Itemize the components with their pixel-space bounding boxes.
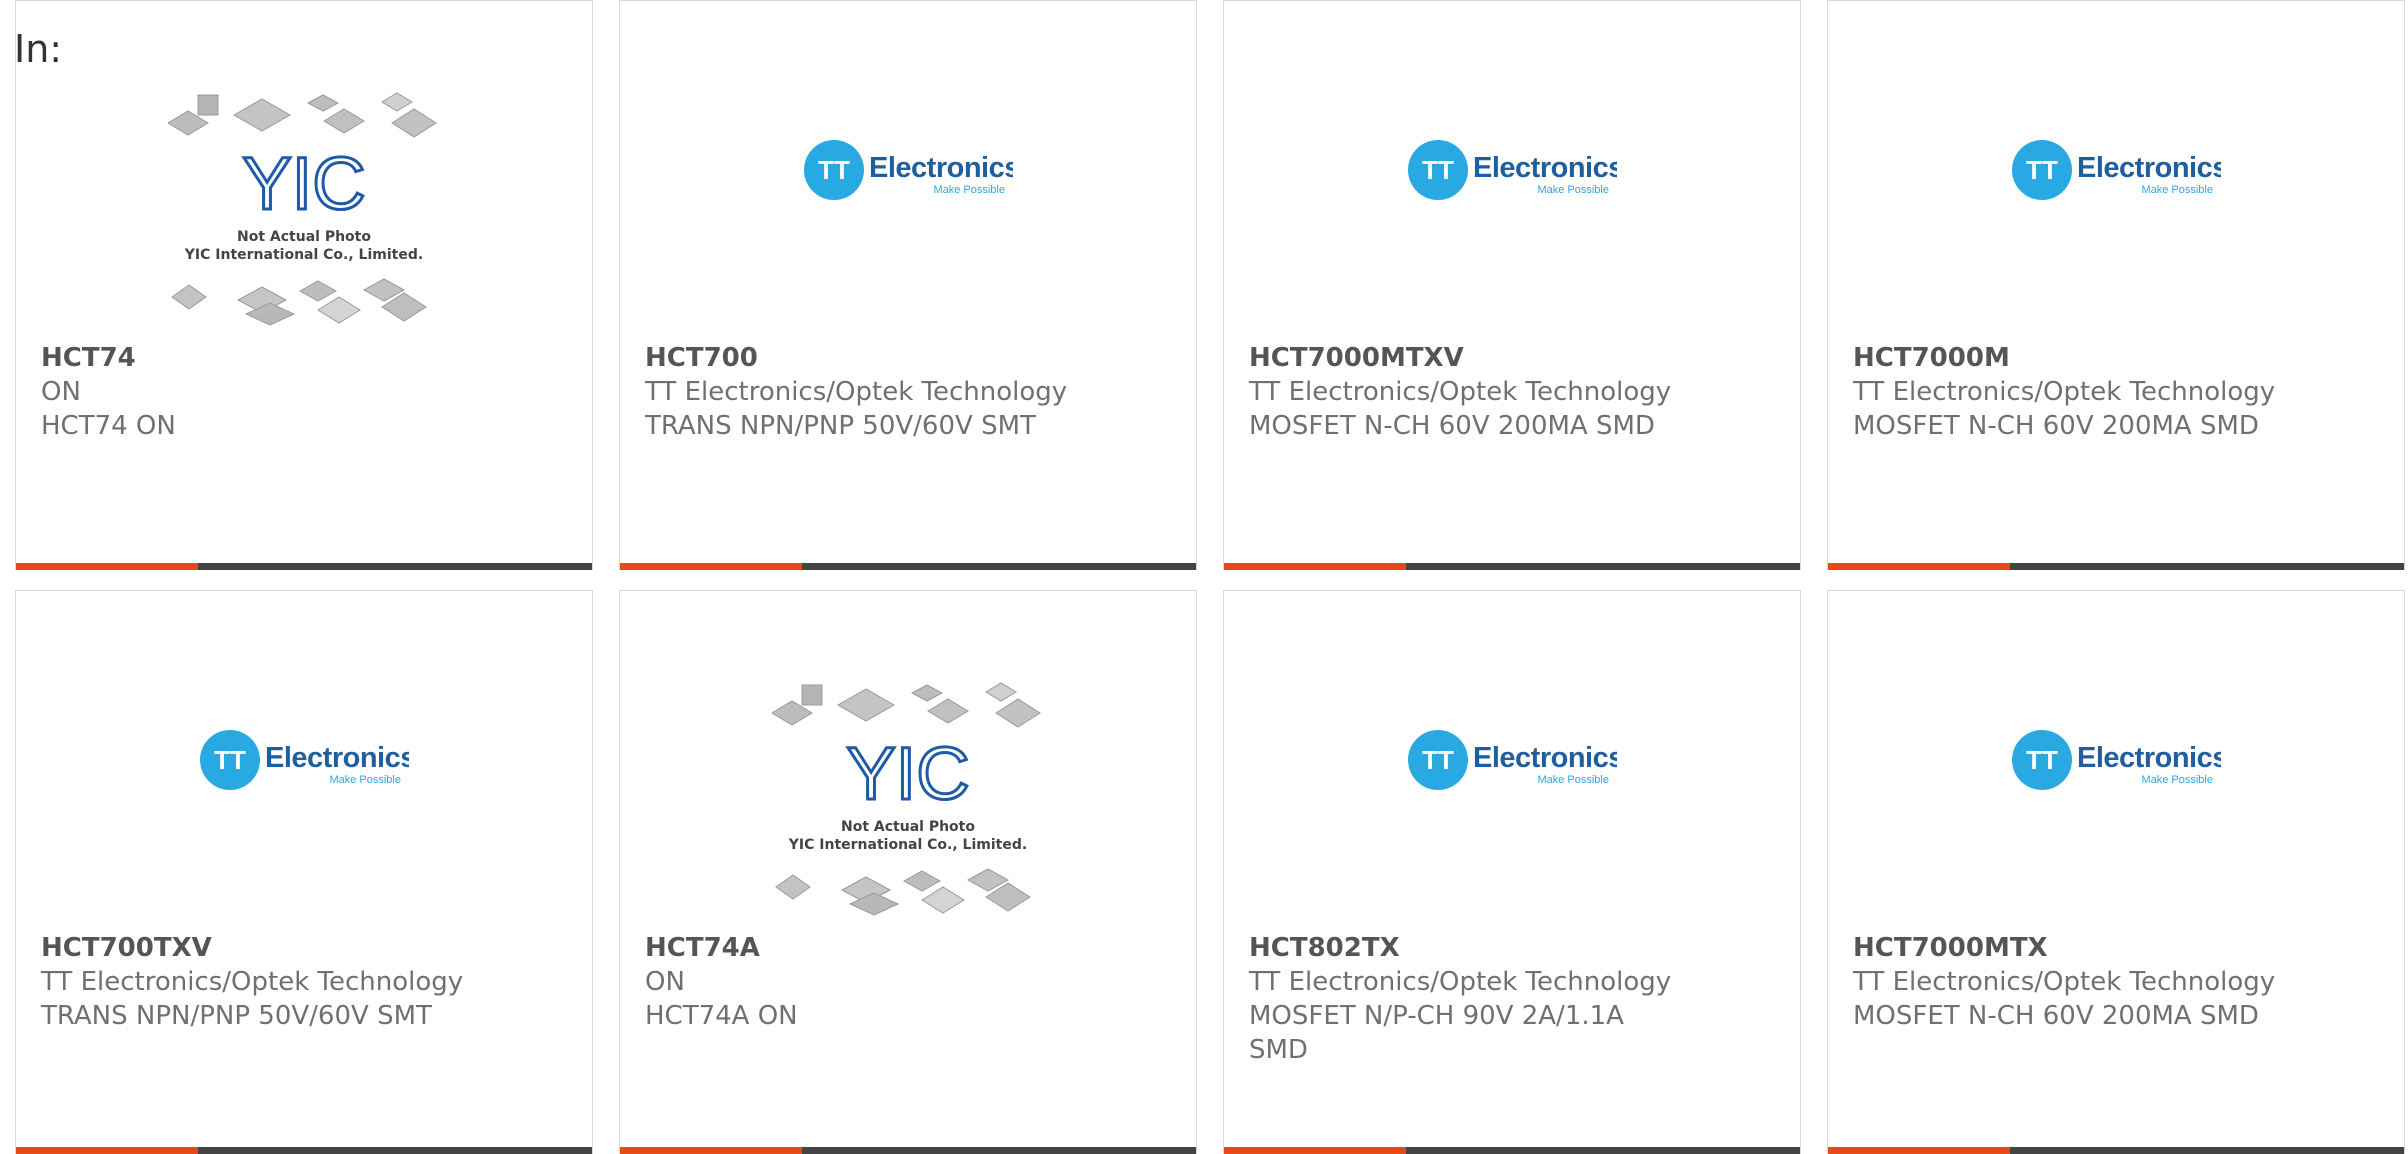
product-thumbnail[interactable]: TT Electronics Make Possible — [1224, 591, 1800, 921]
product-info: HCT700 TT Electronics/Optek Technology TRA… — [645, 341, 1171, 443]
card-bottom-bar — [1828, 1147, 2404, 1154]
description: TRANS NPN/PNP 50V/60V SMT — [41, 1001, 432, 1031]
svg-text:TT: TT — [818, 155, 850, 185]
svg-text:YIC International Co., Limited: YIC International Co., Limited. — [184, 247, 423, 263]
card-accent-bar — [1828, 563, 2010, 570]
description: MOSFET N-CH 60V 200MA SMD — [1249, 411, 1655, 441]
card-bottom-bar — [1828, 563, 2404, 570]
product-card-hct700[interactable]: TT Electronics Make Possible HCT700 TT Elect… — [619, 0, 1197, 570]
manufacturer: ON — [645, 967, 685, 997]
card-bottom-bar — [1224, 563, 1800, 570]
svg-text:YIC: YIC — [242, 142, 365, 225]
svg-text:Make Possible: Make Possible — [1537, 184, 1609, 196]
card-accent-bar — [1224, 1147, 1406, 1154]
yic-placeholder-image: YIC Not Actual Photo YIC International Co.… — [167, 89, 440, 334]
product-card-hct74a[interactable]: YIC Not Actual Photo YIC International Co.… — [619, 590, 1197, 1154]
product-grid: YIC Not Actual Photo YIC International Co.… — [0, 0, 2408, 1154]
svg-text:Electronics: Electronics — [265, 742, 409, 774]
description: HCT74 ON — [41, 411, 176, 441]
svg-text:TT: TT — [1422, 155, 1454, 185]
product-thumbnail[interactable]: YIC Not Actual Photo YIC International Co.… — [16, 1, 592, 331]
product-info: HCT802TX TT Electronics/Optek Technology M… — [1249, 931, 1775, 1067]
svg-text:Electronics: Electronics — [2077, 742, 2221, 774]
product-thumbnail[interactable]: TT Electronics Make Possible — [620, 1, 1196, 331]
card-accent-bar — [620, 563, 802, 570]
product-info: HCT700TXV TT Electronics/Optek Technology… — [41, 931, 567, 1033]
svg-text:TT: TT — [2026, 745, 2058, 775]
card-accent-bar — [1224, 563, 1406, 570]
yic-placeholder-image: YIC Not Actual Photo YIC International Co.… — [771, 679, 1044, 924]
product-card-hct802tx[interactable]: TT Electronics Make Possible HCT802TX TT Ele… — [1223, 590, 1801, 1154]
product-thumbnail[interactable]: TT Electronics Make Possible — [1224, 1, 1800, 331]
svg-text:YIC International Co., Limited: YIC International Co., Limited. — [788, 837, 1027, 853]
card-accent-bar — [1828, 1147, 2010, 1154]
manufacturer: TT Electronics/Optek Technology — [1249, 377, 1672, 407]
description: TRANS NPN/PNP 50V/60V SMT — [645, 411, 1036, 441]
manufacturer: TT Electronics/Optek Technology — [1853, 967, 2276, 997]
product-card-hct74[interactable]: YIC Not Actual Photo YIC International Co.… — [15, 0, 593, 570]
svg-text:TT: TT — [1422, 745, 1454, 775]
tt-electronics-logo: TT Electronics Make Possible — [2011, 729, 2228, 791]
svg-text:Electronics: Electronics — [2077, 152, 2221, 184]
card-bottom-bar — [620, 563, 1196, 570]
product-thumbnail[interactable]: TT Electronics Make Possible — [1828, 1, 2404, 331]
page-heading: In: — [14, 27, 63, 71]
svg-text:TT: TT — [2026, 155, 2058, 185]
card-bottom-bar — [16, 1147, 592, 1154]
card-bottom-bar — [620, 1147, 1196, 1154]
product-thumbnail[interactable]: YIC Not Actual Photo YIC International Co.… — [620, 591, 1196, 921]
card-accent-bar — [16, 1147, 198, 1154]
part-number[interactable]: HCT74A — [645, 931, 1171, 965]
manufacturer: TT Electronics/Optek Technology — [1853, 377, 2276, 407]
manufacturer: TT Electronics/Optek Technology — [1249, 967, 1672, 997]
description: MOSFET N-CH 60V 200MA SMD — [1853, 411, 2259, 441]
tt-electronics-logo: TT Electronics Make Possible — [199, 729, 416, 791]
tt-electronics-logo: TT Electronics Make Possible — [2011, 139, 2228, 201]
svg-text:Make Possible: Make Possible — [329, 774, 401, 786]
description: HCT74A ON — [645, 1001, 798, 1031]
product-info: HCT74 ON HCT74 ON — [41, 341, 567, 443]
description: MOSFET N/P-CH 90V 2A/1.1A SMD — [1249, 1001, 1624, 1065]
svg-text:Make Possible: Make Possible — [933, 184, 1005, 196]
manufacturer: TT Electronics/Optek Technology — [645, 377, 1068, 407]
svg-text:TT: TT — [214, 745, 246, 775]
svg-text:Make Possible: Make Possible — [1537, 774, 1609, 786]
manufacturer: TT Electronics/Optek Technology — [41, 967, 464, 997]
product-info: HCT7000MTXV TT Electronics/Optek Technolo… — [1249, 341, 1775, 443]
part-number[interactable]: HCT700 — [645, 341, 1171, 375]
part-number[interactable]: HCT7000M — [1853, 341, 2379, 375]
card-bottom-bar — [1224, 1147, 1800, 1154]
part-number[interactable]: HCT74 — [41, 341, 567, 375]
part-number[interactable]: HCT700TXV — [41, 931, 567, 965]
tt-electronics-logo: TT Electronics Make Possible — [803, 139, 1020, 201]
svg-text:YIC: YIC — [846, 732, 969, 815]
part-number[interactable]: HCT802TX — [1249, 931, 1775, 965]
product-card-hct7000mtxv[interactable]: TT Electronics Make Possible HCT7000MTXV TT … — [1223, 0, 1801, 570]
svg-text:Not Actual Photo: Not Actual Photo — [841, 819, 975, 835]
product-info: HCT7000MTX TT Electronics/Optek Technolog… — [1853, 931, 2379, 1033]
card-accent-bar — [16, 563, 198, 570]
part-number[interactable]: HCT7000MTX — [1853, 931, 2379, 965]
manufacturer: ON — [41, 377, 81, 407]
product-info: HCT7000M TT Electronics/Optek Technology M… — [1853, 341, 2379, 443]
card-accent-bar — [620, 1147, 802, 1154]
product-card-hct7000m[interactable]: TT Electronics Make Possible HCT7000M TT Ele… — [1827, 0, 2405, 570]
svg-text:Electronics: Electronics — [1473, 742, 1617, 774]
tt-electronics-logo: TT Electronics Make Possible — [1407, 139, 1624, 201]
product-info: HCT74A ON HCT74A ON — [645, 931, 1171, 1033]
svg-text:Electronics: Electronics — [1473, 152, 1617, 184]
part-number[interactable]: HCT7000MTXV — [1249, 341, 1775, 375]
card-bottom-bar — [16, 563, 592, 570]
svg-text:Electronics: Electronics — [869, 152, 1013, 184]
svg-text:Make Possible: Make Possible — [2141, 184, 2213, 196]
product-card-hct700txv[interactable]: TT Electronics Make Possible HCT700TXV TT El… — [15, 590, 593, 1154]
svg-text:Make Possible: Make Possible — [2141, 774, 2213, 786]
product-thumbnail[interactable]: TT Electronics Make Possible — [1828, 591, 2404, 921]
description: MOSFET N-CH 60V 200MA SMD — [1853, 1001, 2259, 1031]
svg-text:Not Actual Photo: Not Actual Photo — [237, 229, 371, 245]
tt-electronics-logo: TT Electronics Make Possible — [1407, 729, 1624, 791]
product-card-hct7000mtx[interactable]: TT Electronics Make Possible HCT7000MTX TT E… — [1827, 590, 2405, 1154]
product-thumbnail[interactable]: TT Electronics Make Possible — [16, 591, 592, 921]
